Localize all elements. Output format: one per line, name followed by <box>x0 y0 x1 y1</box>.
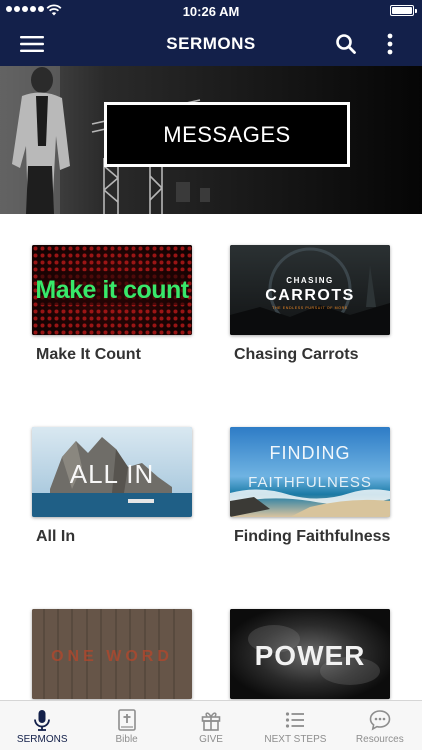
sermon-thumbnail[interactable]: ONE WORD <box>32 609 192 699</box>
sermon-card-all-in[interactable]: ALL IN All In <box>32 427 200 546</box>
status-time: 10:26 AM <box>182 4 240 19</box>
all-in-art: ALL IN <box>32 427 192 517</box>
nav-bar: SERMONS <box>0 22 422 66</box>
sermon-title[interactable]: All In <box>32 527 202 546</box>
vertical-ellipsis-icon <box>387 33 393 55</box>
sermon-card-make-it-count[interactable]: Make it count Make It Count <box>32 245 200 364</box>
art-title: Make it count <box>35 276 189 304</box>
sermon-thumbnail[interactable]: Make it count <box>32 245 192 335</box>
hero-banner: MESSAGES <box>0 66 422 214</box>
sermon-title[interactable]: Chasing Carrots <box>230 345 400 364</box>
messages-label-box: MESSAGES <box>104 102 350 167</box>
chasing-carrots-art: CHASING CARROTS THE ENDLESS PURSUIT OF M… <box>230 245 390 335</box>
battery-icon <box>390 5 417 16</box>
list-icon <box>286 712 305 728</box>
tab-label: Bible <box>115 734 138 745</box>
sermon-thumbnail[interactable]: POWER <box>230 609 390 699</box>
art-title: ALL IN <box>70 459 155 489</box>
microphone-icon <box>34 710 51 731</box>
app-screen: 10:26 AM SERMONS MESSAGES Make it count … <box>0 0 422 750</box>
art-title: ONE WORD <box>51 648 173 665</box>
sermon-thumbnail[interactable]: CHASING CARROTS THE ENDLESS PURSUIT OF M… <box>230 245 390 335</box>
more-options-button[interactable] <box>376 30 404 58</box>
one-word-art: ONE WORD <box>32 609 192 699</box>
art-line1: FINDING <box>270 443 351 463</box>
tab-give[interactable]: GIVE <box>169 701 253 750</box>
status-bar: 10:26 AM <box>0 0 422 22</box>
art-title: POWER <box>255 640 366 671</box>
sermon-thumbnail[interactable]: ALL IN <box>32 427 192 517</box>
search-icon <box>336 34 356 54</box>
finding-faithfulness-art: FINDING FAITHFULNESS <box>230 427 390 517</box>
tab-bible[interactable]: Bible <box>84 701 168 750</box>
sermon-title[interactable]: Make It Count <box>32 345 202 364</box>
make-it-count-art: Make it count <box>32 245 192 335</box>
tab-label: SERMONS <box>16 734 68 745</box>
bible-icon <box>117 709 136 731</box>
sermon-card-power[interactable]: POWER <box>230 609 398 700</box>
sermon-card-one-word[interactable]: ONE WORD <box>32 609 200 700</box>
tab-label: NEXT STEPS <box>264 734 327 745</box>
tab-sermons[interactable]: SERMONS <box>0 701 84 750</box>
sermon-card-chasing-carrots[interactable]: CHASING CARROTS THE ENDLESS PURSUIT OF M… <box>230 245 398 364</box>
gift-icon <box>201 712 221 731</box>
sermon-grid: Make it count Make It Count CHASING CARR… <box>0 214 422 700</box>
art-title: CARROTS <box>265 287 355 304</box>
sermon-card-finding-faithfulness[interactable]: FINDING FAITHFULNESS Finding Faithfulnes… <box>230 427 398 546</box>
messages-label: MESSAGES <box>163 121 291 147</box>
sermon-thumbnail[interactable]: FINDING FAITHFULNESS <box>230 427 390 517</box>
search-button[interactable] <box>332 30 360 58</box>
power-art: POWER <box>230 609 390 699</box>
art-eyebrow: CHASING <box>286 276 333 285</box>
art-line2: FAITHFULNESS <box>248 474 372 491</box>
tab-resources[interactable]: Resources <box>338 701 422 750</box>
tab-label: Resources <box>355 734 404 745</box>
tab-bar: SERMONS Bible GIVE NEXT STEPS Resources <box>0 700 422 750</box>
tab-label: GIVE <box>199 734 223 745</box>
art-subtitle: THE ENDLESS PURSUIT OF MORE <box>272 306 348 310</box>
sermon-title[interactable]: Finding Faithfulness <box>230 527 400 546</box>
tab-next-steps[interactable]: NEXT STEPS <box>253 701 337 750</box>
chat-bubble-icon <box>369 710 391 731</box>
